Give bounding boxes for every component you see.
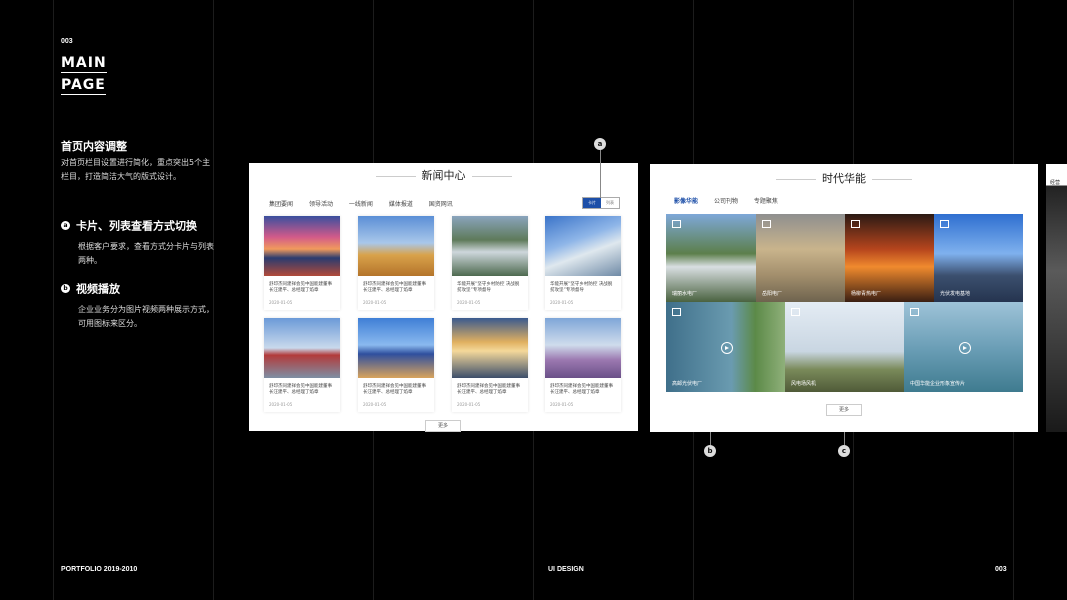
footer-page-number: 003	[995, 566, 1007, 573]
news-card-date: 2020-01-05	[363, 300, 387, 305]
tile-caption: 风电场风机	[791, 381, 817, 387]
annotation-line	[600, 150, 601, 198]
page-title-line1: MAIN	[61, 55, 107, 73]
video-icon	[672, 308, 681, 316]
news-image-dam	[452, 216, 528, 276]
tab-era-0[interactable]: 影像华能	[674, 198, 698, 205]
tile-caption: 瑞丽水电厂	[672, 291, 698, 297]
news-image-solar-panels	[358, 318, 434, 378]
feature-description: 企业业务分为图片视频两种展示方式，可用图标来区分。	[78, 305, 214, 328]
news-image-dome-structure	[545, 216, 621, 276]
news-more-button[interactable]: 更多	[425, 420, 461, 432]
tab-news-3[interactable]: 媒体报道	[389, 201, 413, 208]
annotation-line	[710, 432, 711, 445]
play-icon[interactable]	[720, 342, 733, 354]
feature-badge: b	[61, 284, 70, 293]
feature-b: b 视频播放 企业业务分为图片视频两种展示方式，可用图标来区分。	[61, 278, 218, 331]
news-card[interactable]: 舒印杰同建祥会见中国能建董事长汪建平、总经理丁焰章 2020-01-05	[358, 318, 434, 412]
play-icon[interactable]	[958, 342, 971, 354]
era-tile-video[interactable]: 高邮光伏电厂	[666, 302, 785, 392]
annotation-marker-a: a	[594, 138, 606, 150]
image-icon	[791, 308, 800, 316]
era-panel: 时代华能 影像华能 公司刊物 专题聚焦 瑞丽水电厂 岳阳电厂 杨柳青热电厂 光伏…	[650, 164, 1038, 432]
news-image-power-plant-dusk	[452, 318, 528, 378]
tab-era-1[interactable]: 公司刊物	[714, 198, 738, 205]
news-card-date: 2020-01-05	[269, 402, 293, 407]
footer-portfolio: PORTFOLIO 2019-2010	[61, 566, 138, 573]
news-card-title: 舒印杰同建祥会见中国能建董事长汪建平、总经理丁焰章	[457, 384, 520, 395]
news-card-date: 2020-01-05	[457, 402, 481, 407]
card-view-button[interactable]: 卡片	[583, 198, 601, 208]
section-title: 首页内容调整	[61, 140, 127, 153]
tile-caption: 岳阳电厂	[762, 291, 783, 297]
page-title-line2: PAGE	[61, 77, 106, 95]
news-card-date: 2020-01-05	[457, 300, 481, 305]
news-card-title: 舒印杰同建祥会见中国能建董事长汪建平、总经理丁焰章	[269, 282, 332, 293]
era-tile-image[interactable]: 风电场风机	[785, 302, 904, 392]
news-card-date: 2020-01-05	[550, 402, 574, 407]
section-description: 对首页栏目设置进行简化，重点突出5个主栏目，打造简洁大气的版式设计。	[61, 158, 211, 181]
video-icon	[910, 308, 919, 316]
feature-title: 卡片、列表查看方式切换	[76, 219, 197, 233]
feature-a: a 卡片、列表查看方式切换 根据客户要求，查看方式分卡片与列表两种。	[61, 215, 218, 268]
feature-badge: a	[61, 221, 70, 230]
footer-ui-design: UI DESIGN	[548, 566, 584, 573]
era-tile-image[interactable]: 瑞丽水电厂	[666, 214, 756, 302]
page-number: 003	[61, 38, 73, 45]
news-tabs: 集团要闻 领导活动 一线新闻 媒体报道 国资网讯	[269, 199, 467, 208]
news-card[interactable]: 舒印杰同建祥会见中国能建董事长汪建平、总经理丁焰章 2020-01-05	[264, 318, 340, 412]
next-panel-label: 经营	[1050, 180, 1061, 186]
tile-caption: 光伏发电基地	[940, 291, 971, 297]
news-card-title: 华能开展“坚守乡村防控 决战脱贫攻坚”专项督导	[550, 282, 613, 293]
news-card[interactable]: 华能开展“坚守乡村防控 决战脱贫攻坚”专项督导 2020-01-05	[545, 216, 621, 310]
news-card-date: 2020-01-05	[269, 300, 293, 305]
news-card-title: 舒印杰同建祥会见中国能建董事长汪建平、总经理丁焰章	[269, 384, 332, 395]
feature-title: 视频播放	[76, 282, 120, 296]
era-tile-video[interactable]: 中国华能企业形象宣传片	[904, 302, 1023, 392]
list-view-button[interactable]: 列表	[601, 198, 619, 208]
tab-news-2[interactable]: 一线新闻	[349, 201, 373, 208]
news-card[interactable]: 舒印杰同建祥会见中国能建董事长汪建平、总经理丁焰章 2020-01-05	[452, 318, 528, 412]
next-panel-partial: 经营	[1046, 164, 1067, 432]
news-card-title: 舒印杰同建祥会见中国能建董事长汪建平、总经理丁焰章	[363, 384, 426, 395]
news-card[interactable]: 舒印杰同建祥会见中国能建董事长汪建平、总经理丁焰章 2020-01-05	[264, 216, 340, 310]
tab-news-0[interactable]: 集团要闻	[269, 201, 293, 208]
era-tabs: 影像华能 公司刊物 专题聚焦	[674, 196, 792, 205]
tab-era-2[interactable]: 专题聚焦	[754, 198, 778, 205]
news-card-date: 2020-01-05	[550, 300, 574, 305]
tile-caption: 杨柳青热电厂	[851, 291, 882, 297]
news-center-panel: 新闻中心 集团要闻 领导活动 一线新闻 媒体报道 国资网讯 卡片 列表 舒印杰同…	[249, 163, 638, 432]
annotation-line	[844, 432, 845, 445]
era-tile-image[interactable]: 光伏发电基地	[934, 214, 1023, 302]
news-card[interactable]: 华能开展“坚守乡村防控 决战脱贫攻坚”专项督导 2020-01-05	[452, 216, 528, 310]
news-card[interactable]: 舒印杰同建祥会见中国能建董事长汪建平、总经理丁焰章 2020-01-05	[358, 216, 434, 310]
tab-news-4[interactable]: 国资网讯	[429, 201, 453, 208]
news-card-title: 舒印杰同建祥会见中国能建董事长汪建平、总经理丁焰章	[550, 384, 613, 395]
feature-description: 根据客户要求，查看方式分卡片与列表两种。	[78, 242, 214, 265]
era-tile-image[interactable]: 岳阳电厂	[756, 214, 845, 302]
grid-line	[53, 0, 54, 600]
image-icon	[851, 220, 860, 228]
news-image-sunset-plant	[264, 216, 340, 276]
news-image-wind-turbines-flowers	[545, 318, 621, 378]
image-icon	[940, 220, 949, 228]
news-center-title: 新闻中心	[249, 167, 638, 183]
news-card[interactable]: 舒印杰同建祥会见中国能建董事长汪建平、总经理丁焰章 2020-01-05	[545, 318, 621, 412]
tile-caption: 高邮光伏电厂	[672, 381, 703, 387]
tile-caption: 中国华能企业形象宣传片	[910, 381, 966, 387]
era-title: 时代华能	[650, 170, 1038, 186]
image-icon	[672, 220, 681, 228]
image-icon	[762, 220, 771, 228]
annotation-marker-b: b	[704, 445, 716, 457]
news-image-port	[264, 318, 340, 378]
news-image-wind-field	[358, 216, 434, 276]
annotation-marker-c: c	[838, 445, 850, 457]
tab-news-1[interactable]: 领导活动	[309, 201, 333, 208]
news-card-title: 华能开展“坚守乡村防控 决战脱贫攻坚”专项督导	[457, 282, 520, 293]
view-toggle: 卡片 列表	[582, 197, 620, 209]
news-card-date: 2020-01-05	[363, 402, 387, 407]
news-card-title: 舒印杰同建祥会见中国能建董事长汪建平、总经理丁焰章	[363, 282, 426, 293]
era-tile-image[interactable]: 杨柳青热电厂	[845, 214, 934, 302]
era-more-button[interactable]: 更多	[826, 404, 862, 416]
